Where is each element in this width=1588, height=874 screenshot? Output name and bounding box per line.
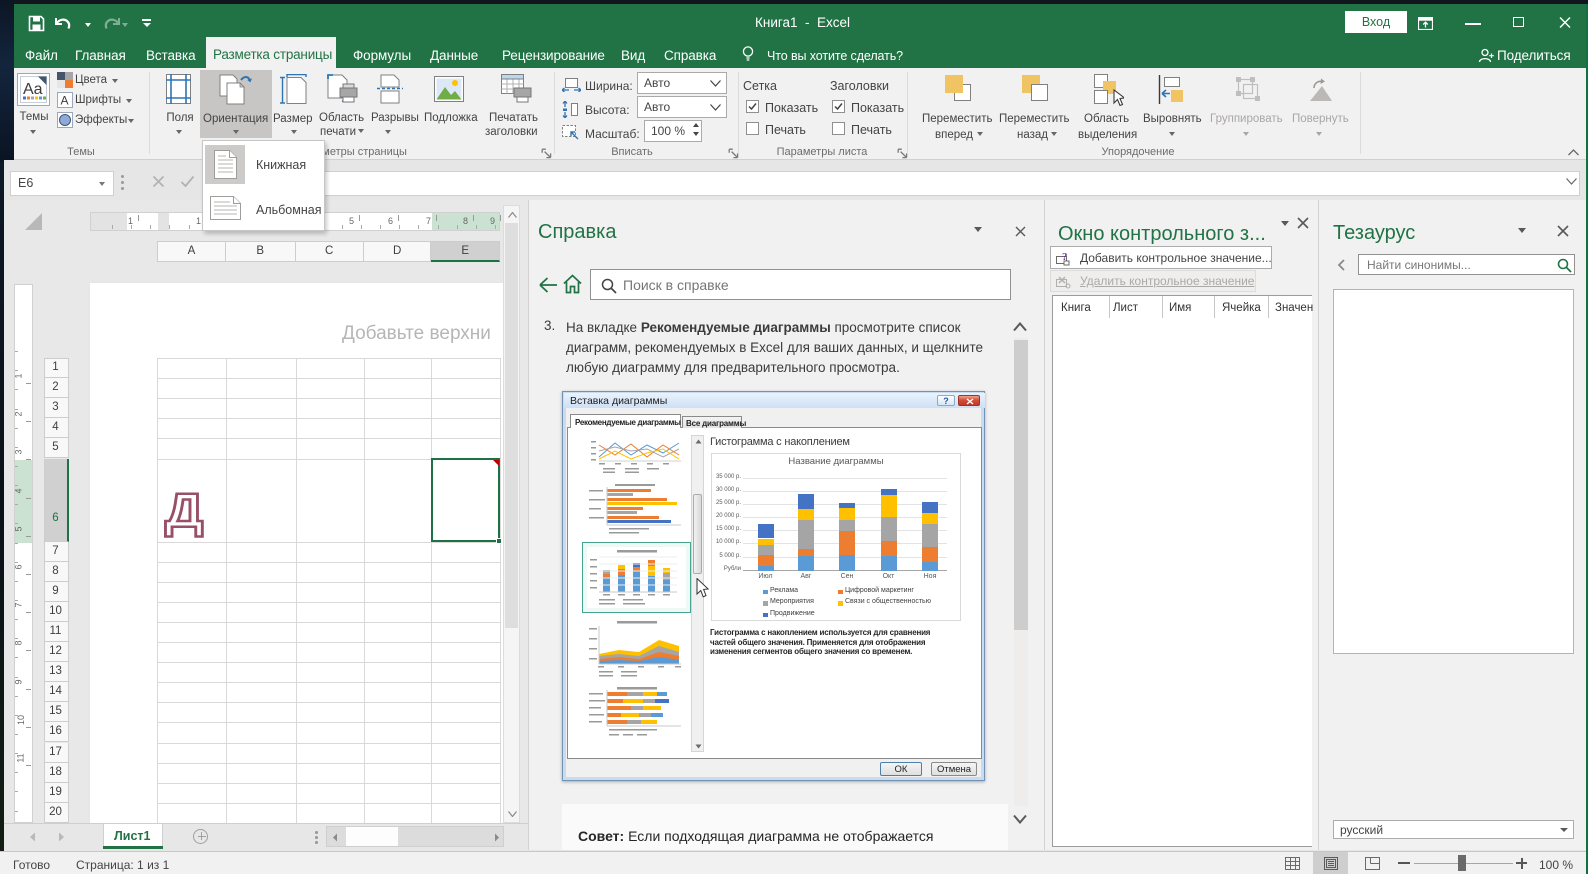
svg-text:?: ? xyxy=(1062,251,1068,263)
svg-text:A: A xyxy=(61,94,69,108)
svg-text:Aa: Aa xyxy=(23,81,43,98)
